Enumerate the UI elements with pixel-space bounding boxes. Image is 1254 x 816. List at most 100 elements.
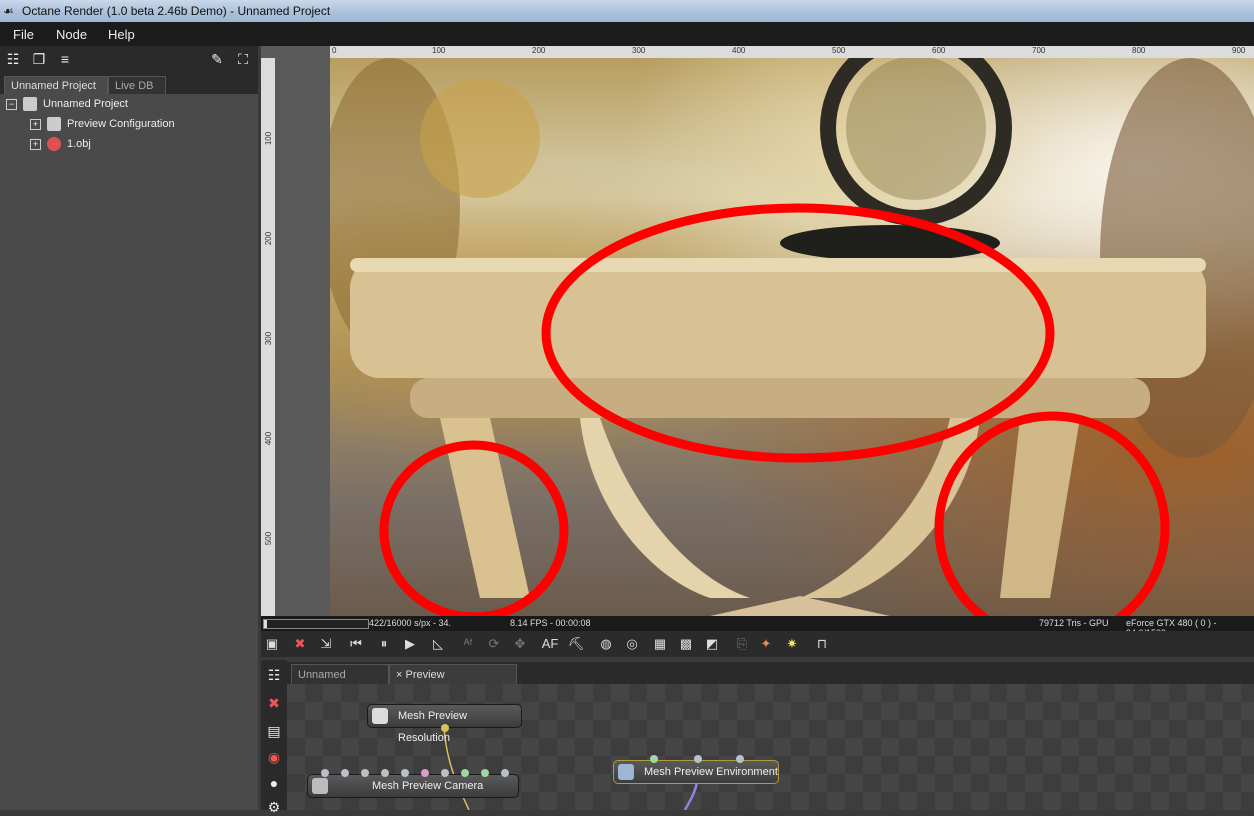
expand-icon[interactable]: + xyxy=(30,118,41,130)
collapse-icon[interactable]: − xyxy=(6,98,17,110)
pause-icon[interactable]: ⏸ xyxy=(375,635,393,653)
project-toolbar: ☷ ❐ ≡ ✎ ⛶ xyxy=(0,46,258,74)
octane-logo-icon: ☙ xyxy=(3,4,14,18)
tree-item-label: Preview Configuration xyxy=(67,118,175,130)
node-editor-tabs: Unnamed Project × Preview Configuration xyxy=(287,662,1254,701)
material-pick-icon[interactable]: ✦ xyxy=(757,635,775,653)
play-icon[interactable]: ▶ xyxy=(401,635,419,653)
ruler-tick: 500 xyxy=(264,531,274,546)
mesh-icon xyxy=(47,137,61,152)
node-input-pin[interactable] xyxy=(441,769,449,777)
menu-file[interactable]: File xyxy=(13,27,34,42)
node-mesh-preview-camera[interactable]: Mesh Preview Camera xyxy=(307,769,519,798)
tab-node-preview-configuration[interactable]: × Preview Configuration xyxy=(389,664,517,701)
tab-close-icon[interactable]: × xyxy=(396,669,402,681)
tree-item-label: Unnamed Project xyxy=(43,98,128,110)
project-tabs: Unnamed Project Live DB xyxy=(0,74,258,94)
ruler-tick: 300 xyxy=(264,331,274,346)
tree-view-icon[interactable]: ☷ xyxy=(4,50,22,68)
ruler-tick: 500 xyxy=(832,46,846,55)
ruler-vertical: 100 200 300 400 500 xyxy=(261,58,275,616)
resolution-node-icon xyxy=(372,708,388,724)
ruler-tick: 700 xyxy=(1032,46,1046,55)
table-top xyxy=(350,258,1206,378)
alpha-checker-icon[interactable]: ▩ xyxy=(677,635,695,653)
export-disabled-icon: ⎘ xyxy=(736,636,748,651)
configuration-icon xyxy=(47,117,61,132)
autofocus-disabled-icon: ᴬᶠ xyxy=(463,636,473,651)
ruler-tick: 200 xyxy=(264,231,274,246)
render-progress-bar xyxy=(263,619,369,629)
node-input-pin[interactable] xyxy=(341,769,349,777)
restart-render-icon[interactable]: ⏮ xyxy=(347,635,365,653)
window-title: Octane Render (1.0 beta 2.46b Demo) - Un… xyxy=(22,4,331,18)
node-mesh-preview-environment[interactable]: Mesh Preview Environment xyxy=(613,755,779,784)
node-tree-icon[interactable]: ☷ xyxy=(265,666,283,684)
samples-status: 422/16000 s/px - 34. xyxy=(369,618,452,628)
node-mesh-preview-resolution[interactable]: Mesh Preview Resolution xyxy=(367,704,522,744)
ruler-tick: 400 xyxy=(264,431,274,446)
ruler-tick: 100 xyxy=(264,131,274,146)
stop-render-icon[interactable]: ✖ xyxy=(291,635,309,653)
ruler-tick: 800 xyxy=(1132,46,1146,55)
node-input-pin[interactable] xyxy=(694,755,702,763)
rendered-scene xyxy=(330,58,1254,616)
background-icon[interactable]: ▦ xyxy=(651,635,669,653)
fullscreen-icon[interactable]: ⛶ xyxy=(234,50,252,68)
node-graph-canvas[interactable]: Mesh Preview Resolution Mesh Preview Cam… xyxy=(287,684,1254,810)
alpha-icon[interactable]: ◩ xyxy=(703,635,721,653)
title-bar: ☙ Octane Render (1.0 beta 2.46b Demo) - … xyxy=(0,0,1254,22)
lock-icon[interactable]: ⊓ xyxy=(813,635,831,653)
node-camera-icon[interactable]: ● xyxy=(265,774,283,792)
light-icon[interactable]: ✷ xyxy=(783,635,801,653)
region-icon[interactable]: ◍ xyxy=(597,635,615,653)
tab-unnamed-project[interactable]: Unnamed Project xyxy=(4,76,108,94)
node-input-pin[interactable] xyxy=(401,769,409,777)
camera-node-icon xyxy=(312,778,328,794)
expand-icon[interactable]: + xyxy=(30,138,41,150)
node-input-pin[interactable] xyxy=(501,769,509,777)
region-clear-icon[interactable]: ◎ xyxy=(623,635,641,653)
camera-pick-icon[interactable]: ⛏ xyxy=(567,635,585,653)
list-icon[interactable]: ≡ xyxy=(56,50,74,68)
ruler-tick: 0 xyxy=(332,46,337,55)
project-icon xyxy=(23,97,37,112)
node-input-pin[interactable] xyxy=(321,769,329,777)
tree-item-1obj[interactable]: +1.obj xyxy=(30,135,91,153)
fps-status: 8.14 FPS - 00:00:08 xyxy=(510,618,591,628)
environment-node-icon xyxy=(618,764,634,780)
ruler-toggle-icon[interactable]: ◺ xyxy=(429,635,447,653)
stack-icon[interactable]: ❐ xyxy=(30,50,48,68)
node-input-pin[interactable] xyxy=(361,769,369,777)
wrench-icon[interactable]: ✎ xyxy=(208,50,226,68)
autofocus-button[interactable]: AF xyxy=(539,635,561,653)
ruler-tick: 900 xyxy=(1232,46,1246,55)
node-output-pin[interactable] xyxy=(441,724,449,732)
node-input-pin[interactable] xyxy=(650,755,658,763)
node-delete-icon[interactable]: ✖ xyxy=(265,694,283,712)
node-editor-sidebar: ☷ ✖ ▤ ◉ ● ⚙ xyxy=(261,660,287,815)
ruler-tick: 600 xyxy=(932,46,946,55)
node-material-icon[interactable]: ◉ xyxy=(265,748,283,766)
node-input-pin[interactable] xyxy=(421,769,429,777)
menu-help[interactable]: Help xyxy=(108,27,135,42)
project-panel: ☷ ❐ ≡ ✎ ⛶ Unnamed Project Live DB − Unnam… xyxy=(0,46,258,810)
tab-node-unnamed-project[interactable]: Unnamed Project xyxy=(291,664,389,701)
tree-item-preview-configuration[interactable]: + Preview Configuration xyxy=(30,115,175,133)
node-input-pin[interactable] xyxy=(381,769,389,777)
screenshot-icon[interactable]: ▣ xyxy=(263,635,281,653)
tab-live-db[interactable]: Live DB xyxy=(108,76,166,94)
menu-node[interactable]: Node xyxy=(56,27,87,42)
clay-mode-icon[interactable]: ⇲ xyxy=(317,635,335,653)
node-input-pin[interactable] xyxy=(736,755,744,763)
node-input-pin[interactable] xyxy=(481,769,489,777)
node-label: Mesh Preview Environment xyxy=(644,766,778,778)
menu-bar: File Node Help xyxy=(0,22,1254,46)
render-image[interactable] xyxy=(330,58,1254,616)
tree-item-unnamed-project[interactable]: − Unnamed Project xyxy=(6,95,128,113)
node-more-icon[interactable]: ⚙ xyxy=(265,798,283,816)
node-film-icon[interactable]: ▤ xyxy=(265,722,283,740)
render-status-bar: 422/16000 s/px - 34. 8.14 FPS - 00:00:08… xyxy=(261,616,1254,638)
node-input-pin[interactable] xyxy=(461,769,469,777)
table-leg xyxy=(580,418,750,598)
